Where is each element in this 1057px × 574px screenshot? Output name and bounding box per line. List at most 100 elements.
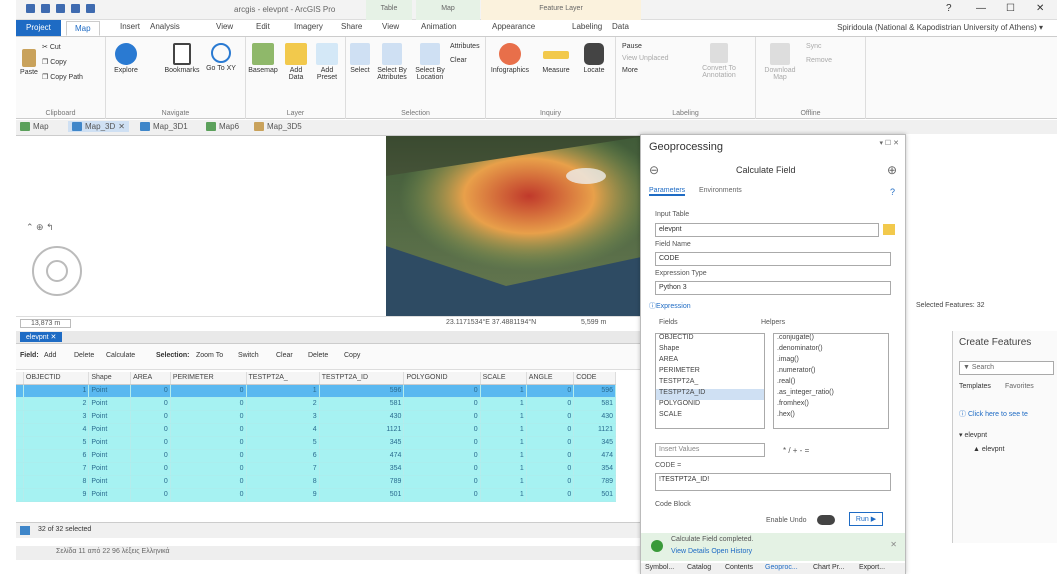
paste-button[interactable]: Paste: [20, 49, 38, 76]
table-cell[interactable]: Point: [88, 410, 132, 424]
column-header[interactable]: AREA: [130, 372, 171, 385]
table-row[interactable]: 9 Point 0 0 9 501 0 1 0 501: [16, 488, 616, 502]
navigator-compass[interactable]: [32, 246, 82, 296]
table-row[interactable]: 3 Point 0 0 3 430 0 1 0 430: [16, 410, 616, 424]
table-cell[interactable]: 0: [170, 397, 247, 411]
sync-button[interactable]: Sync: [806, 43, 822, 50]
redo-icon[interactable]: [86, 4, 95, 13]
calculate-field-button[interactable]: Calculate: [106, 352, 135, 359]
table-cell[interactable]: 4: [23, 423, 90, 437]
column-header[interactable]: Shape: [88, 372, 132, 385]
delete-button[interactable]: Delete: [308, 352, 328, 359]
table-cell[interactable]: 0: [403, 423, 481, 437]
table-cell[interactable]: 0: [526, 462, 575, 476]
helper-list-item[interactable]: .imag(): [774, 356, 888, 367]
clear-button[interactable]: Clear: [276, 352, 293, 359]
folder-icon[interactable]: [883, 224, 895, 235]
input-table-field[interactable]: elevpnt: [655, 223, 879, 237]
table-cell[interactable]: 0: [130, 410, 171, 424]
table-cell[interactable]: 0: [170, 462, 247, 476]
add-preset-button[interactable]: Add Preset: [312, 43, 342, 81]
tab-view[interactable]: View: [216, 22, 233, 31]
table-cell[interactable]: 581: [319, 397, 405, 411]
field-list-item[interactable]: OBJECTID: [656, 334, 764, 345]
field-list-item[interactable]: PERIMETER: [656, 367, 764, 378]
row-selector[interactable]: [16, 449, 24, 463]
pause-button[interactable]: Pause: [622, 43, 642, 50]
table-cell[interactable]: 501: [319, 488, 405, 502]
field-list-item[interactable]: SCALE: [656, 411, 764, 422]
table-cell[interactable]: 0: [170, 436, 247, 450]
table-cell[interactable]: Point: [88, 384, 132, 398]
table-cell[interactable]: 354: [573, 462, 616, 476]
table-cell[interactable]: 0: [130, 384, 171, 398]
table-cell[interactable]: 1121: [573, 423, 616, 437]
table-cell[interactable]: 1: [480, 397, 527, 411]
infographics-button[interactable]: Infographics: [490, 43, 530, 74]
row-selector[interactable]: [16, 423, 24, 437]
table-cell[interactable]: 0: [170, 475, 247, 489]
table-cell[interactable]: 0: [403, 397, 481, 411]
select-by-attributes-button[interactable]: Select By Attributes: [374, 43, 410, 81]
table-cell[interactable]: 1: [480, 475, 527, 489]
create-features-search[interactable]: ▼ Search: [959, 361, 1054, 375]
cut-button[interactable]: ✂ Cut: [42, 43, 61, 51]
tab-map[interactable]: Map: [66, 21, 100, 36]
download-map-button[interactable]: Download Map: [760, 43, 800, 81]
help-icon[interactable]: ?: [890, 187, 895, 197]
quick-access-toolbar[interactable]: [26, 4, 95, 13]
table-cell[interactable]: 0: [170, 449, 247, 463]
helper-list-item[interactable]: .numerator(): [774, 367, 888, 378]
column-header[interactable]: ANGLE: [526, 372, 575, 385]
3d-terrain-scene[interactable]: [386, 136, 646, 316]
open-icon[interactable]: [41, 4, 50, 13]
pane-tab-geoprocessing[interactable]: Geoproc...: [765, 564, 798, 571]
tab-table-view[interactable]: View: [382, 22, 399, 31]
table-cell[interactable]: 5: [246, 436, 320, 450]
table-row[interactable]: 8 Point 0 0 8 789 0 1 0 789: [16, 475, 616, 489]
column-header[interactable]: PERIMETER: [170, 372, 247, 385]
table-cell[interactable]: 0: [526, 475, 575, 489]
run-button[interactable]: Run ▶: [849, 512, 883, 526]
table-cell[interactable]: 0: [526, 384, 575, 398]
tab-data[interactable]: Data: [612, 22, 629, 31]
table-cell[interactable]: 6: [246, 449, 320, 463]
column-header[interactable]: OBJECTID: [23, 372, 90, 385]
tab-share[interactable]: Share: [341, 22, 362, 31]
table-cell[interactable]: 789: [319, 475, 405, 489]
table-row[interactable]: 6 Point 0 0 6 474 0 1 0 474: [16, 449, 616, 463]
navigator-controls[interactable]: ⌃ ⊕ ↰: [26, 222, 54, 233]
user-account[interactable]: Spiridoula (National & Kapodistrian Univ…: [837, 23, 1043, 32]
table-cell[interactable]: 0: [130, 462, 171, 476]
table-view-icon[interactable]: [20, 526, 30, 535]
table-cell[interactable]: 0: [403, 488, 481, 502]
table-cell[interactable]: 1: [480, 384, 527, 398]
table-cell[interactable]: 1121: [319, 423, 405, 437]
table-cell[interactable]: 0: [403, 462, 481, 476]
tab-animation[interactable]: Animation: [421, 22, 457, 31]
explore-button[interactable]: Explore: [112, 43, 140, 74]
close-button[interactable]: ✕: [1036, 3, 1044, 14]
new-icon[interactable]: [26, 4, 35, 13]
select-button[interactable]: Select: [348, 43, 372, 74]
tab-environments[interactable]: Environments: [699, 187, 742, 194]
tab-favorites[interactable]: Favorites: [1005, 383, 1034, 390]
helper-list-item[interactable]: .fromhex(): [774, 400, 888, 411]
table-cell[interactable]: 0: [403, 410, 481, 424]
table-cell[interactable]: 0: [403, 436, 481, 450]
column-header[interactable]: TESTPT2A_ID: [319, 372, 405, 385]
bookmarks-button[interactable]: Bookmarks: [162, 43, 202, 74]
scale-selector[interactable]: 13,873 m: [20, 319, 72, 328]
table-cell[interactable]: 0: [170, 410, 247, 424]
table-cell[interactable]: 0: [526, 449, 575, 463]
table-cell[interactable]: Point: [88, 488, 132, 502]
table-cell[interactable]: 1: [480, 449, 527, 463]
locate-button[interactable]: Locate: [578, 43, 610, 74]
operator-buttons[interactable]: * / + - =: [783, 446, 809, 455]
pane-controls[interactable]: ▾ ☐ ✕: [879, 139, 899, 147]
table-cell[interactable]: 0: [403, 449, 481, 463]
table-cell[interactable]: Point: [88, 436, 132, 450]
table-cell[interactable]: 0: [526, 410, 575, 424]
tab-imagery[interactable]: Imagery: [294, 22, 323, 31]
select-by-location-button[interactable]: Select By Location: [412, 43, 448, 81]
